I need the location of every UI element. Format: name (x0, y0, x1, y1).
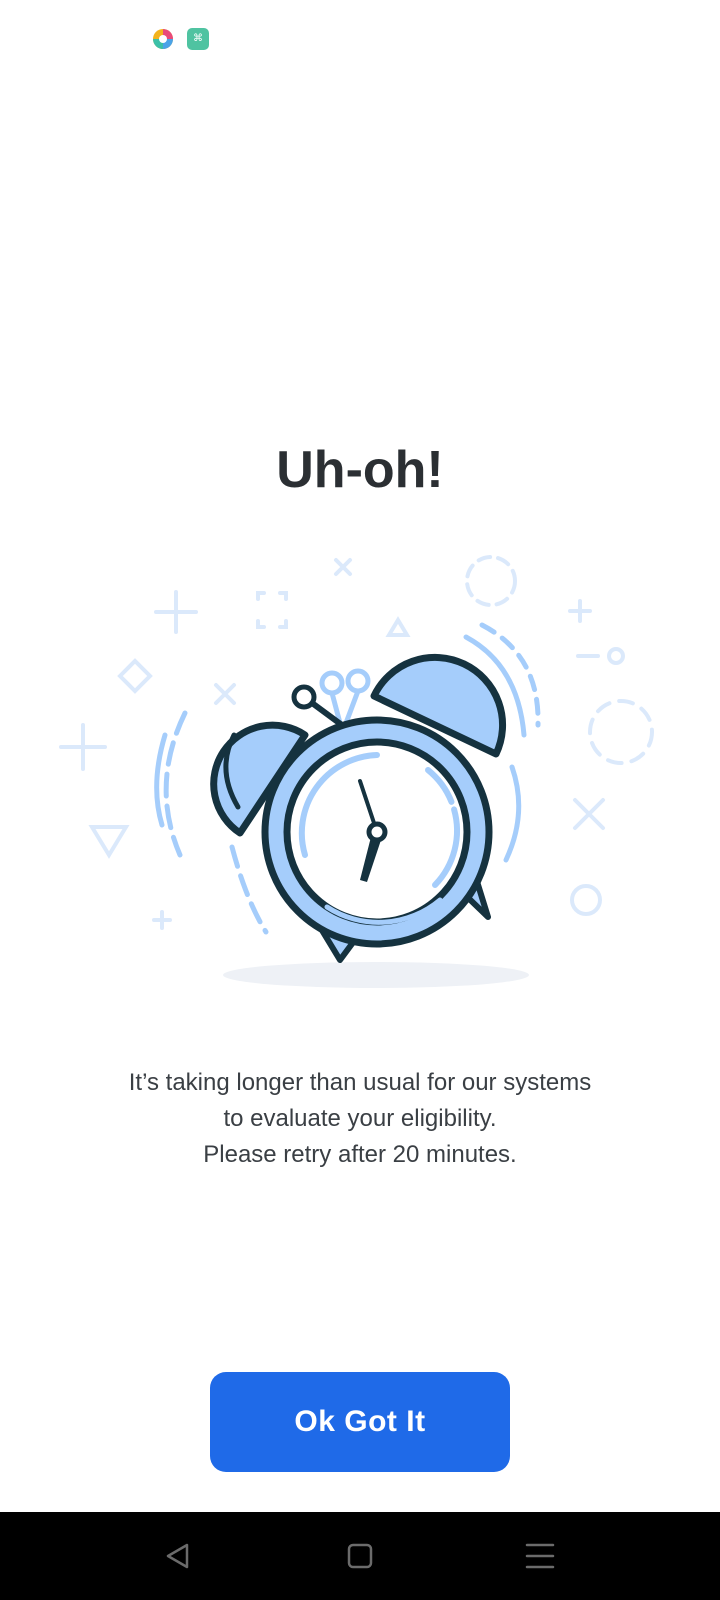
green-app-glyph: ⌘ (193, 33, 203, 44)
alarm-clock-illustration (59, 555, 654, 988)
system-nav-bar (0, 1512, 720, 1600)
status-bar: ⌘ (0, 0, 720, 80)
green-app-icon: ⌘ (187, 28, 209, 50)
page-title: Uh-oh! (276, 441, 444, 499)
ok-got-it-button[interactable]: Ok Got It (210, 1372, 510, 1472)
recents-icon[interactable] (510, 1534, 570, 1578)
message-line-3: Please retry after 20 minutes. (203, 1141, 517, 1168)
back-icon[interactable] (148, 1534, 208, 1578)
message-line-1: It’s taking longer than usual for our sy… (128, 1069, 592, 1096)
message-line-2: to evaluate your eligibility. (223, 1105, 497, 1132)
message-text: It’s taking longer than usual for our sy… (60, 1065, 660, 1173)
photos-app-icon (153, 29, 173, 49)
floor-shadow (223, 962, 529, 988)
home-icon[interactable] (330, 1534, 390, 1578)
